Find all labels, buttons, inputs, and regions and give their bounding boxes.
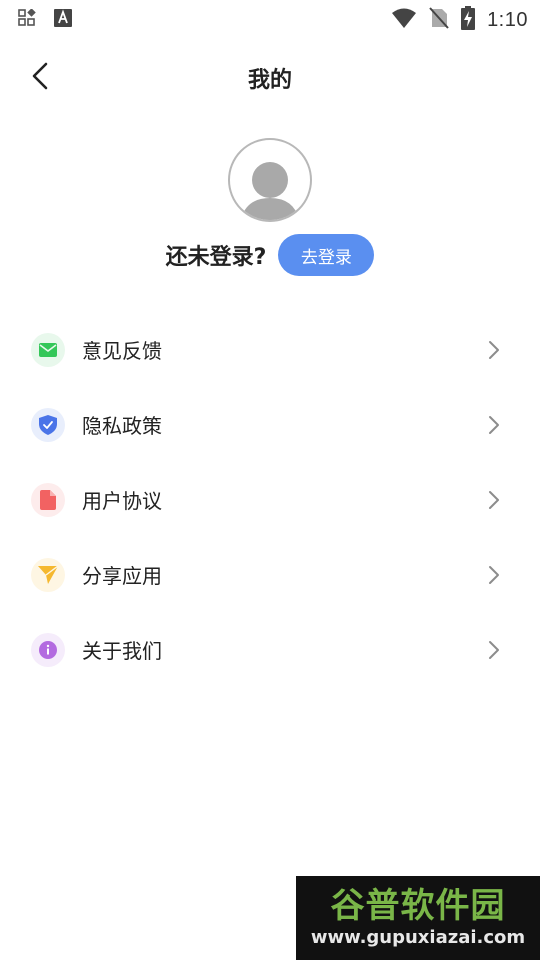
chevron-right-icon xyxy=(486,340,502,360)
send-icon xyxy=(31,557,65,592)
menu-item-share-app[interactable]: 分享应用 xyxy=(0,537,540,612)
menu-item-label: 分享应用 xyxy=(82,564,162,588)
no-sim-icon xyxy=(429,7,449,33)
battery-charging-icon xyxy=(461,6,476,34)
header: 我的 xyxy=(0,50,540,106)
chevron-right-icon xyxy=(486,490,502,510)
chevron-right-icon xyxy=(486,565,502,585)
login-prompt: 还未登录? xyxy=(165,245,267,270)
status-bar-left xyxy=(18,8,72,31)
mail-icon xyxy=(31,332,65,367)
shield-icon xyxy=(31,407,65,442)
page-title: 我的 xyxy=(247,68,292,93)
watermark-name: 谷普软件园 xyxy=(330,886,506,926)
font-a-icon xyxy=(54,9,72,31)
menu-list: 意见反馈 隐私政策 用户协议 分享应用 关于我们 xyxy=(0,312,540,687)
menu-item-label: 关于我们 xyxy=(82,639,162,663)
chevron-right-icon xyxy=(486,415,502,435)
login-row: 还未登录? 去登录 xyxy=(0,234,540,276)
info-icon xyxy=(31,632,65,667)
menu-item-about-us[interactable]: 关于我们 xyxy=(0,612,540,687)
login-button[interactable]: 去登录 xyxy=(278,234,375,276)
status-time: 1:10 xyxy=(487,8,528,31)
status-bar-right: 1:10 xyxy=(391,6,528,34)
menu-item-feedback[interactable]: 意见反馈 xyxy=(0,312,540,387)
avatar[interactable] xyxy=(228,138,312,222)
document-icon xyxy=(31,482,65,517)
grid-icon xyxy=(18,8,36,31)
status-bar: 1:10 xyxy=(0,0,540,36)
user-silhouette-icon xyxy=(240,162,300,220)
menu-item-privacy[interactable]: 隐私政策 xyxy=(0,387,540,462)
menu-item-user-agreement[interactable]: 用户协议 xyxy=(0,462,540,537)
chevron-right-icon xyxy=(486,640,502,660)
menu-item-label: 用户协议 xyxy=(82,489,162,513)
watermark-url: www.gupuxiazai.com xyxy=(310,927,526,948)
menu-item-label: 隐私政策 xyxy=(82,414,162,438)
watermark-logo: 谷普软件园 www.gupuxiazai.com xyxy=(296,876,540,960)
menu-item-label: 意见反馈 xyxy=(82,339,162,363)
wifi-icon xyxy=(391,7,417,33)
